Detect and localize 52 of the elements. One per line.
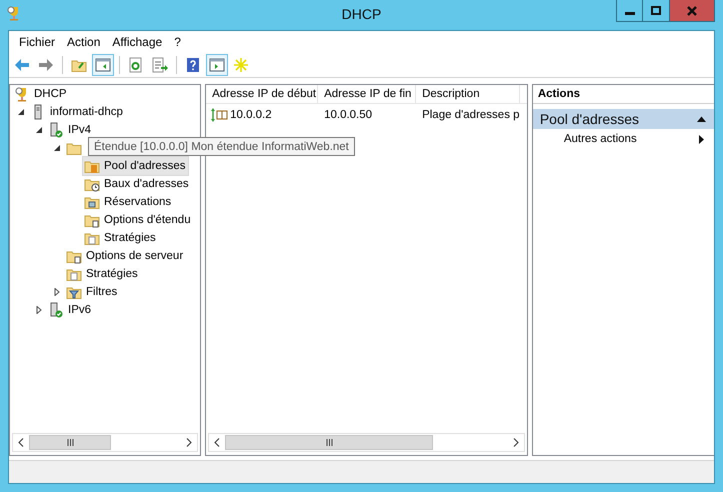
minimize-button[interactable] [616, 0, 643, 22]
forward-arrow-icon [38, 57, 54, 73]
tree-item[interactable]: Stratégies [82, 228, 160, 248]
toolbar-button[interactable] [92, 54, 114, 76]
minimize-icon [624, 12, 634, 15]
tree-item[interactable]: informati-dhcp [28, 102, 127, 122]
address-range-icon [210, 108, 228, 122]
scroll-thumb[interactable] [29, 435, 111, 450]
submenu-arrow-icon [699, 134, 704, 144]
tree-item[interactable]: IPv4 [46, 120, 96, 140]
tree-item[interactable]: Options d'étendu [82, 210, 195, 230]
back-arrow-icon [14, 57, 30, 73]
server-check-icon [48, 122, 64, 138]
menu-item[interactable]: Affichage [106, 35, 168, 49]
tree-item[interactable]: Pool d'adresses [82, 156, 190, 176]
tree-item[interactable]: Baux d'adresses [82, 174, 193, 194]
action-section-header[interactable]: Pool d'adresses [532, 109, 714, 129]
tree-item[interactable]: IPv6 [46, 300, 96, 320]
tree-item[interactable]: Stratégies [64, 264, 142, 284]
column-header[interactable]: Description [416, 85, 520, 103]
table-cell: 10.0.0.2 [206, 106, 318, 124]
pane-icon [95, 57, 111, 73]
sparkle-icon [233, 57, 249, 73]
menu-item[interactable]: Fichier [13, 35, 62, 49]
table-cell-text: 10.0.0.50 [323, 108, 374, 123]
help-icon [185, 57, 201, 73]
pane-header: Actions [532, 85, 714, 104]
toolbar-button[interactable] [206, 54, 228, 76]
column-header[interactable]: Adresse IP de début [206, 85, 318, 103]
export-list-icon [152, 57, 168, 73]
server-check-icon [48, 302, 64, 318]
tree-item[interactable]: Options de serveur [64, 246, 188, 266]
horizontal-scrollbar[interactable] [12, 433, 198, 452]
tooltip: Étendue [10.0.0.0] Mon étendue InformatiWeb.net [88, 137, 355, 156]
menu-item[interactable]: ? [168, 35, 187, 49]
maximize-icon [651, 6, 661, 16]
maximize-button[interactable] [643, 0, 670, 22]
close-button[interactable] [670, 0, 715, 22]
pane-icon [209, 57, 225, 73]
refresh-icon [128, 57, 144, 73]
collapse-icon [697, 116, 706, 122]
column-header[interactable]: Adresse IP de fin [318, 85, 416, 103]
close-icon [687, 6, 697, 16]
action-item[interactable]: Autres actions [532, 129, 714, 149]
scroll-thumb[interactable] [225, 435, 434, 450]
window-title: DHCP [340, 6, 382, 22]
horizontal-scrollbar[interactable] [208, 433, 525, 452]
tree-item[interactable]: Réservations [82, 192, 176, 212]
tree-item[interactable]: Filtres [64, 282, 122, 302]
tree-item[interactable]: DHCP [12, 85, 71, 104]
menu-item[interactable]: Action [61, 35, 106, 49]
table-cell-text: Plage d'adresses p [421, 108, 520, 123]
